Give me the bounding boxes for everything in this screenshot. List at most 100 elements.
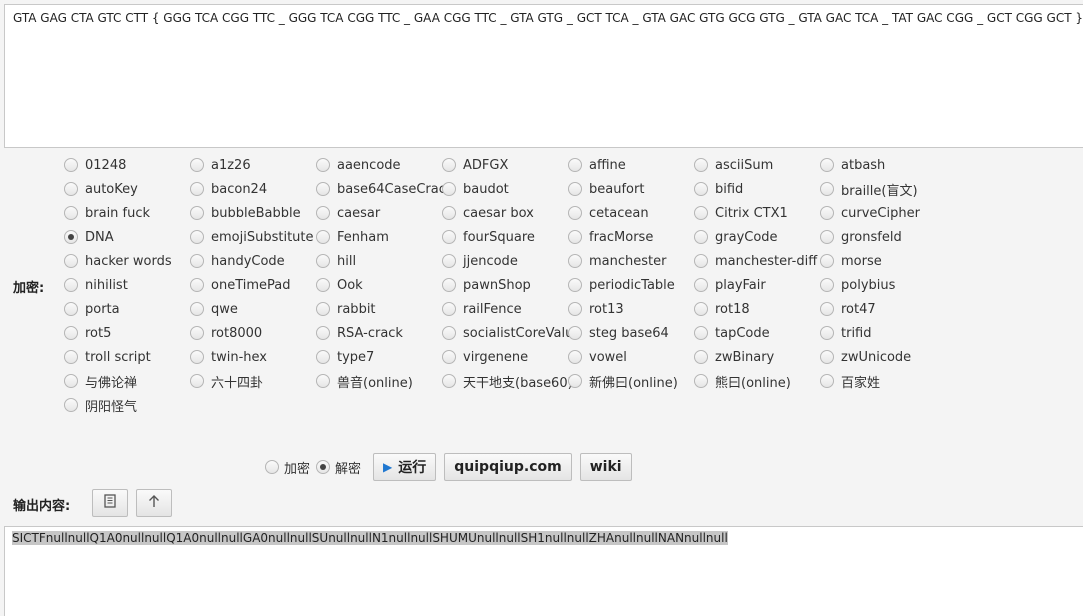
mode-decrypt-label: 解密 (335, 461, 362, 477)
algorithm-label: 阴阳怪气 (85, 399, 138, 415)
radio-indicator (442, 350, 456, 364)
algorithm-option[interactable]: tapCode (692, 321, 818, 345)
algorithm-option[interactable]: polybius (818, 273, 944, 297)
algorithm-option[interactable]: base64CaseCrack (314, 177, 453, 201)
wiki-button[interactable]: wiki (579, 453, 632, 481)
radio-indicator (316, 158, 330, 172)
algorithm-option[interactable]: DNA (62, 225, 188, 249)
algorithm-label: a1z26 (211, 157, 251, 173)
algorithm-option[interactable]: oneTimePad (188, 273, 314, 297)
algorithm-option[interactable]: pawnShop (440, 273, 566, 297)
algorithm-option[interactable]: beaufort (566, 177, 692, 201)
output-textarea[interactable]: SICTFnullnullQ1A0nullnullQ1A0nullnullGA0… (4, 526, 1083, 616)
algorithm-option[interactable]: brain fuck (62, 201, 188, 225)
algorithm-option[interactable]: caesar box (440, 201, 566, 225)
algorithm-option[interactable]: 01248 (62, 153, 188, 177)
algorithm-option[interactable]: ADFGX (440, 153, 566, 177)
algorithm-label: caesar box (463, 205, 534, 221)
algorithm-label: rot5 (85, 325, 112, 341)
algorithm-option[interactable]: manchester-diff (692, 249, 818, 273)
algorithm-option[interactable]: socialistCoreValue (440, 321, 581, 345)
algorithm-option[interactable]: RSA-crack (314, 321, 440, 345)
algorithm-option[interactable]: periodicTable (566, 273, 692, 297)
mode-decrypt-radio[interactable]: 解密 (316, 458, 361, 477)
algorithm-option[interactable]: railFence (440, 297, 566, 321)
copy-button[interactable] (92, 489, 128, 517)
algorithm-option[interactable]: hill (314, 249, 440, 273)
algorithm-option[interactable]: rot13 (566, 297, 692, 321)
algorithm-option[interactable]: trifid (818, 321, 944, 345)
algorithm-option[interactable]: steg base64 (566, 321, 692, 345)
algorithm-option[interactable]: braille(盲文) (818, 177, 944, 201)
algorithm-option[interactable]: rot47 (818, 297, 944, 321)
radio-indicator (316, 326, 330, 340)
algorithm-option[interactable]: rot8000 (188, 321, 314, 345)
algorithm-option[interactable]: 百家姓 (818, 369, 944, 393)
algorithm-option[interactable]: baudot (440, 177, 566, 201)
algorithm-option[interactable]: hacker words (62, 249, 188, 273)
algorithm-option[interactable]: 与佛论禅 (62, 369, 188, 393)
algorithm-option[interactable]: porta (62, 297, 188, 321)
algorithm-option[interactable]: type7 (314, 345, 440, 369)
algorithm-option[interactable]: virgenene (440, 345, 566, 369)
algorithm-label: qwe (211, 301, 238, 317)
algorithm-option[interactable]: atbash (818, 153, 944, 177)
radio-indicator (442, 206, 456, 220)
algorithm-option[interactable]: affine (566, 153, 692, 177)
algorithm-option[interactable]: nihilist (62, 273, 188, 297)
algorithm-option[interactable]: rot18 (692, 297, 818, 321)
algorithm-label: 与佛论禅 (85, 375, 138, 391)
algorithm-option[interactable]: handyCode (188, 249, 314, 273)
algorithm-option[interactable]: gronsfeld (818, 225, 944, 249)
input-textarea[interactable]: GTA GAG CTA GTC CTT { GGG TCA CGG TTC _ … (4, 4, 1083, 148)
algorithm-option[interactable]: rot5 (62, 321, 188, 345)
algorithm-option[interactable]: bacon24 (188, 177, 314, 201)
algorithm-option[interactable]: rabbit (314, 297, 440, 321)
algorithm-label: jjencode (463, 253, 518, 269)
algorithm-option[interactable]: 阴阳怪气 (62, 393, 188, 417)
algorithm-option[interactable]: a1z26 (188, 153, 314, 177)
algorithm-option[interactable]: autoKey (62, 177, 188, 201)
algorithm-label: emojiSubstitute (211, 229, 314, 245)
algorithm-option[interactable]: morse (818, 249, 944, 273)
algorithm-option[interactable]: caesar (314, 201, 440, 225)
mode-encrypt-radio[interactable]: 加密 (265, 458, 310, 477)
algorithm-option[interactable]: asciiSum (692, 153, 818, 177)
algorithm-label: baudot (463, 181, 509, 197)
algorithm-option[interactable]: manchester (566, 249, 692, 273)
algorithm-option[interactable]: 熊曰(online) (692, 369, 818, 393)
algorithm-option[interactable]: 天干地支(base60) (440, 369, 573, 393)
algorithm-option[interactable]: bifid (692, 177, 818, 201)
algorithm-option[interactable]: playFair (692, 273, 818, 297)
algorithm-option[interactable]: grayCode (692, 225, 818, 249)
algorithm-option[interactable]: Citrix CTX1 (692, 201, 818, 225)
algorithm-option[interactable]: vowel (566, 345, 692, 369)
algorithm-option[interactable]: Ook (314, 273, 440, 297)
algorithm-option[interactable]: troll script (62, 345, 188, 369)
quipqiup-button[interactable]: quipqiup.com (444, 453, 572, 481)
algorithm-option[interactable]: 六十四卦 (188, 369, 314, 393)
algorithm-option[interactable]: fracMorse (566, 225, 692, 249)
algorithm-option[interactable]: cetacean (566, 201, 692, 225)
algorithm-label: railFence (463, 301, 522, 317)
algorithm-option[interactable]: qwe (188, 297, 314, 321)
algorithm-option[interactable]: 新佛曰(online) (566, 369, 692, 393)
move-up-button[interactable] (136, 489, 172, 517)
algorithm-option[interactable]: Fenham (314, 225, 440, 249)
algorithm-option[interactable]: jjencode (440, 249, 566, 273)
algorithm-option[interactable]: aaencode (314, 153, 440, 177)
algorithm-option[interactable]: zwBinary (692, 345, 818, 369)
run-button[interactable]: ▶ 运行 (373, 453, 437, 481)
algorithm-option[interactable]: twin-hex (188, 345, 314, 369)
algorithm-option[interactable]: emojiSubstitute (188, 225, 314, 249)
algorithm-option[interactable]: zwUnicode (818, 345, 944, 369)
radio-indicator (568, 374, 582, 388)
algorithm-option[interactable]: curveCipher (818, 201, 944, 225)
algorithm-option[interactable]: bubbleBabble (188, 201, 314, 225)
algorithm-option[interactable]: 兽音(online) (314, 369, 440, 393)
run-button-label: 运行 (398, 460, 427, 476)
algorithm-label: hill (337, 253, 357, 269)
quipqiup-button-label: quipqiup.com (454, 459, 562, 475)
algorithm-label: DNA (85, 229, 114, 245)
algorithm-option[interactable]: fourSquare (440, 225, 566, 249)
